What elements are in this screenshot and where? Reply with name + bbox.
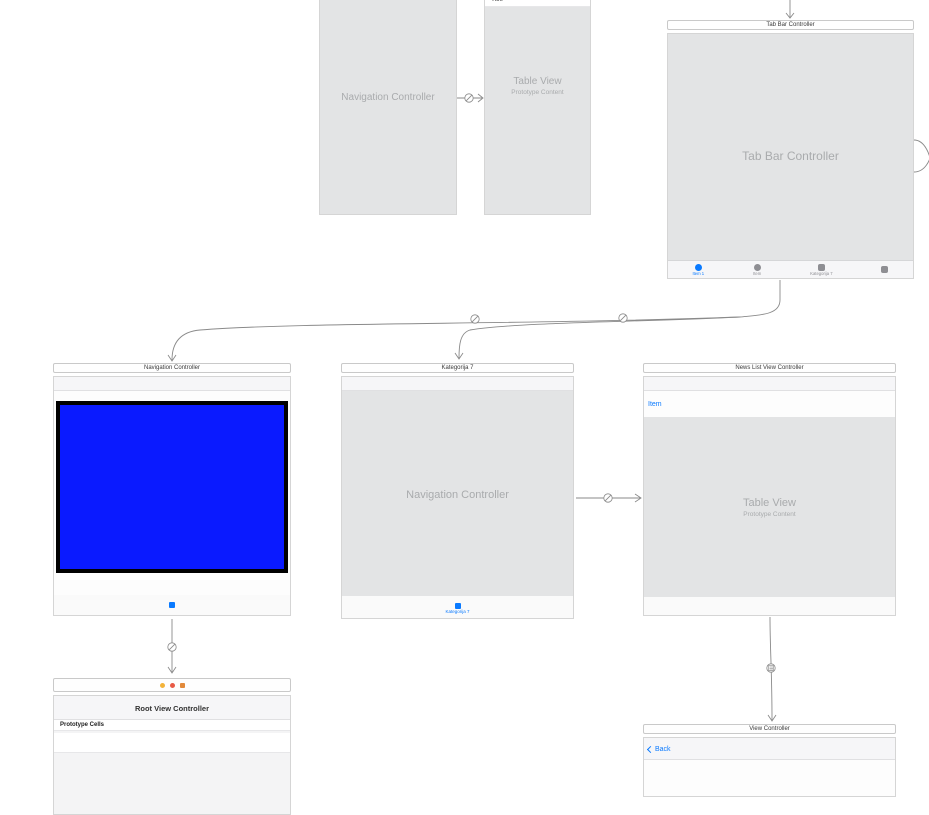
nav-controller-left-navbar bbox=[54, 377, 290, 391]
tab-bar-controller-title[interactable]: Tab Bar Controller bbox=[667, 20, 914, 30]
root-vc-scene[interactable]: Root View Controller Prototype Cells bbox=[53, 695, 291, 815]
kategorija-tabbar: Kategorija 7 bbox=[342, 596, 573, 618]
root-vc-title[interactable] bbox=[53, 678, 291, 692]
nav-controller-left-blue-view bbox=[56, 401, 288, 573]
tab-item-1-icon bbox=[695, 264, 702, 271]
news-list-nav-left-item[interactable]: Item bbox=[648, 390, 662, 418]
kategorija-tab-label: Kategorija 7 bbox=[445, 610, 469, 615]
tab-item-4-icon bbox=[881, 266, 888, 273]
kategorija-navbar bbox=[342, 377, 573, 391]
news-list-placeholder-title: Table View bbox=[743, 497, 796, 509]
tab-item-2-icon bbox=[754, 264, 761, 271]
news-list-title[interactable]: News List View Controller bbox=[643, 363, 896, 373]
news-list-scene[interactable]: Item Table View Prototype Content bbox=[643, 376, 896, 616]
tab-item-2[interactable]: Item bbox=[753, 264, 761, 276]
news-list-title-label: News List View Controller bbox=[735, 365, 803, 371]
root-vc-indicator-1-icon bbox=[160, 683, 165, 688]
view-controller-navbar bbox=[644, 738, 895, 760]
tab-bar-controller-scene[interactable]: Tab Bar Controller Item 1 Item Kategorij… bbox=[667, 33, 914, 279]
kategorija-placeholder: Navigation Controller bbox=[406, 489, 509, 501]
table-view-placeholder-title: Table View bbox=[485, 76, 590, 87]
nav-controller-left-title-label: Navigation Controller bbox=[144, 365, 200, 371]
kategorija-title-label: Kategorija 7 bbox=[441, 365, 473, 371]
root-vc-prototype-cell[interactable] bbox=[54, 733, 290, 753]
news-list-navbar bbox=[644, 377, 895, 391]
news-list-content: Table View Prototype Content bbox=[644, 417, 895, 597]
news-list-placeholder-sub: Prototype Content bbox=[743, 511, 795, 518]
nav-controller-left-title[interactable]: Navigation Controller bbox=[53, 363, 291, 373]
kategorija-scene[interactable]: Navigation Controller Kategorija 7 bbox=[341, 376, 574, 619]
view-controller-back-label: Back bbox=[655, 746, 671, 753]
view-controller-title-label: View Controller bbox=[749, 726, 790, 732]
kategorija-title[interactable]: Kategorija 7 bbox=[341, 363, 574, 373]
tab-bar-controller-placeholder: Tab Bar Controller bbox=[742, 149, 839, 163]
root-vc-nav-title: Root View Controller bbox=[54, 696, 290, 720]
tab-bar-controller-title-label: Tab Bar Controller bbox=[766, 22, 814, 28]
nav-controller-top-scene[interactable]: Navigation Controller bbox=[319, 0, 457, 215]
nav-controller-left-tab-icon bbox=[169, 602, 175, 608]
nav-controller-left-scene[interactable] bbox=[53, 376, 291, 616]
nav-controller-left-tabbar bbox=[54, 595, 290, 615]
root-vc-indicator-2-icon bbox=[170, 683, 175, 688]
chevron-left-icon bbox=[647, 745, 654, 752]
table-view-placeholder-sub: Prototype Content bbox=[485, 89, 590, 96]
tab-item-3-label: Kategorija 7 bbox=[810, 272, 832, 276]
tab-item-3-icon bbox=[818, 264, 825, 271]
view-controller-back-button[interactable]: Back bbox=[648, 738, 671, 760]
root-vc-indicator-3-icon bbox=[180, 683, 185, 688]
tab-item-2-label: Item bbox=[753, 272, 761, 276]
tab-item-3[interactable]: Kategorija 7 bbox=[810, 264, 832, 276]
prototype-cell-title[interactable]: Title bbox=[485, 0, 590, 7]
kategorija-content: Navigation Controller bbox=[342, 391, 573, 598]
table-view-top-scene[interactable]: Prototype Cells Title Table View Prototy… bbox=[484, 0, 591, 215]
root-vc-prototype-header: Prototype Cells bbox=[54, 720, 290, 731]
kategorija-tab-icon bbox=[455, 603, 461, 609]
tab-bar: Item 1 Item Kategorija 7 bbox=[668, 260, 913, 278]
view-controller-scene[interactable]: Back bbox=[643, 737, 896, 797]
view-controller-title[interactable]: View Controller bbox=[643, 724, 896, 734]
tab-item-1-label: Item 1 bbox=[692, 272, 704, 276]
tab-item-1[interactable]: Item 1 bbox=[692, 264, 704, 276]
news-list-toolbar bbox=[644, 597, 895, 615]
nav-controller-top-placeholder: Navigation Controller bbox=[341, 92, 434, 103]
nav-controller-left-blue-inner bbox=[60, 405, 284, 569]
tab-item-4[interactable] bbox=[881, 266, 888, 274]
news-list-nav-left-label: Item bbox=[648, 401, 662, 408]
